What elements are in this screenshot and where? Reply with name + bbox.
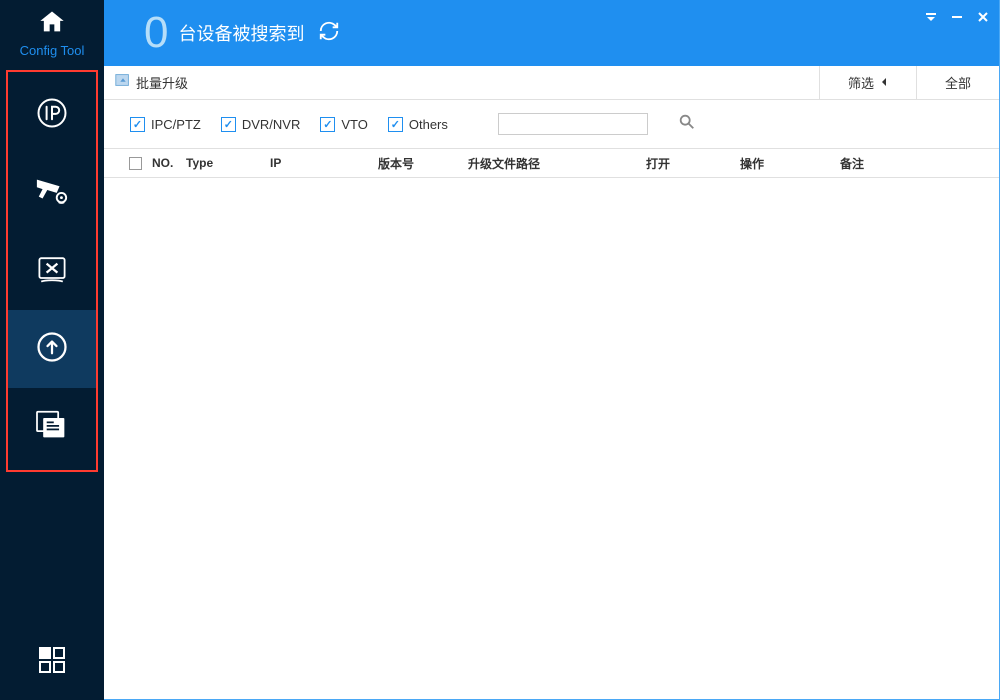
th-no: NO. [152, 156, 186, 170]
filter-button[interactable]: 筛选 [819, 66, 916, 99]
refresh-button[interactable] [318, 20, 340, 47]
home-icon [37, 8, 67, 41]
app-logo[interactable]: Config Tool [0, 0, 104, 64]
camera-icon [33, 174, 71, 213]
sidebar: Config Tool [0, 0, 104, 700]
checkbox-label: VTO [341, 117, 368, 132]
tools-icon [34, 251, 70, 292]
apps-grid-icon [37, 645, 67, 680]
select-all-checkbox[interactable] [118, 157, 152, 170]
sidebar-item-templates[interactable] [8, 388, 96, 466]
checkbox-icon [221, 117, 236, 132]
topbar-title: 台设备被搜索到 [178, 20, 304, 46]
th-version: 版本号 [378, 155, 468, 172]
filter-label: 筛选 [848, 73, 874, 92]
checkbox-icon [388, 117, 403, 132]
window-controls [925, 10, 989, 26]
checkbox-vto[interactable]: VTO [320, 117, 368, 132]
sidebar-item-camera[interactable] [8, 154, 96, 232]
batch-upgrade-icon [114, 71, 132, 94]
checkbox-icon [130, 117, 145, 132]
all-button[interactable]: 全部 [916, 66, 999, 99]
sidebar-nav-highlighted [6, 70, 98, 472]
checkbox-icon [320, 117, 335, 132]
th-open: 打开 [646, 155, 740, 172]
topbar: 0 台设备被搜索到 [104, 0, 999, 66]
app-label: Config Tool [20, 43, 85, 58]
dropdown-icon[interactable] [925, 10, 937, 26]
checkbox-dvr-nvr[interactable]: DVR/NVR [221, 117, 301, 132]
close-button[interactable] [977, 10, 989, 26]
sidebar-item-ip[interactable] [8, 76, 96, 154]
th-path: 升级文件路径 [468, 155, 646, 172]
main-area: 0 台设备被搜索到 [104, 0, 1000, 700]
sidebar-item-tools[interactable] [8, 232, 96, 310]
checkbox-label: Others [409, 117, 448, 132]
sidebar-apps-button[interactable] [0, 631, 104, 700]
batch-upgrade-label: 批量升级 [136, 73, 188, 92]
th-type: Type [186, 156, 270, 170]
sidebar-item-upgrade[interactable] [8, 310, 96, 388]
ip-icon [34, 95, 70, 136]
all-label: 全部 [945, 73, 971, 92]
th-operate: 操作 [740, 155, 840, 172]
filter-row: IPC/PTZ DVR/NVR VTO Others [104, 100, 999, 148]
checkbox-others[interactable]: Others [388, 117, 448, 132]
minimize-button[interactable] [951, 10, 963, 26]
th-remark: 备注 [840, 155, 985, 172]
toolbar: 批量升级 筛选 全部 [104, 66, 999, 100]
batch-upgrade-button[interactable]: 批量升级 [104, 66, 188, 99]
search-button[interactable] [678, 113, 696, 136]
chevron-left-icon [880, 75, 888, 90]
th-ip: IP [270, 156, 378, 170]
checkbox-label: IPC/PTZ [151, 117, 201, 132]
upgrade-icon [34, 329, 70, 370]
device-count: 0 [144, 8, 168, 58]
checkbox-label: DVR/NVR [242, 117, 301, 132]
table-header: NO. Type IP 版本号 升级文件路径 打开 操作 备注 [104, 148, 999, 178]
search-input[interactable] [498, 113, 648, 135]
templates-icon [35, 410, 69, 445]
table-body [104, 178, 999, 699]
checkbox-ipc-ptz[interactable]: IPC/PTZ [130, 117, 201, 132]
